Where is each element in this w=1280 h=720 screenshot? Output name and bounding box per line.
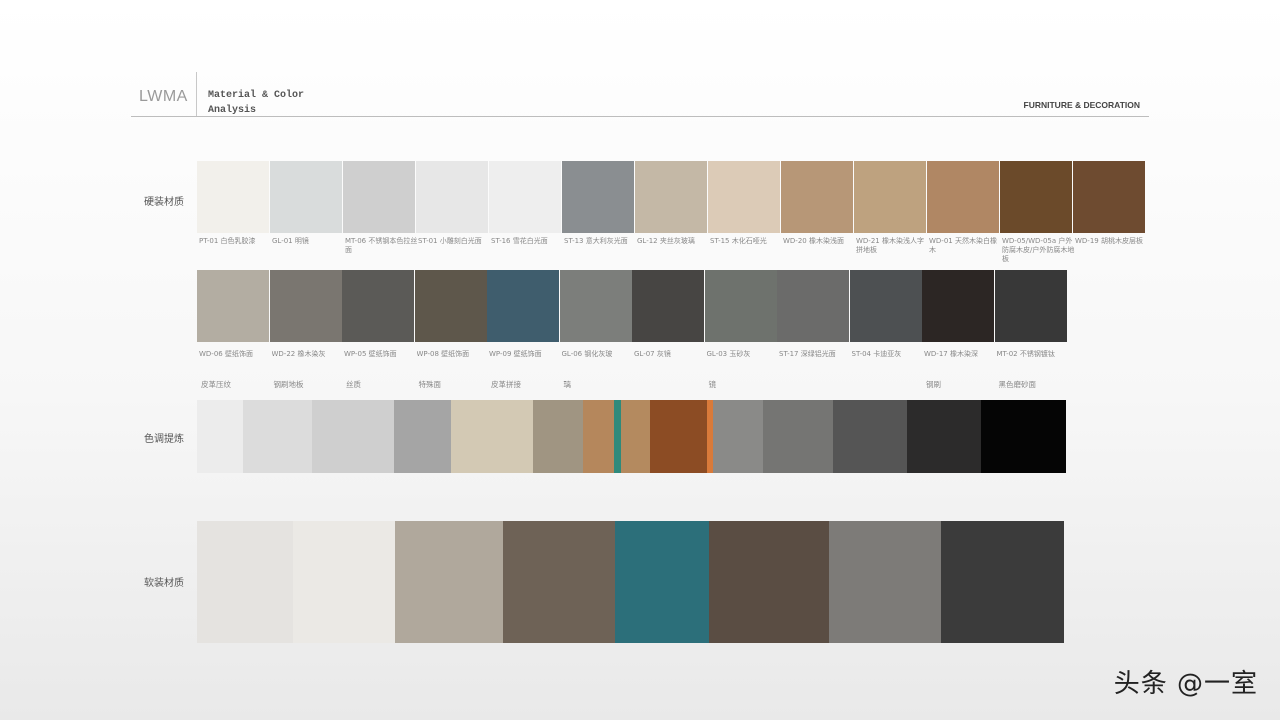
material-swatch (994, 270, 1067, 342)
material-code: ST-04 卡迪亚灰 (851, 350, 902, 358)
material-code: ST-01 小雕刻白光面 (418, 237, 482, 245)
page-title: Material & Color Analysis (208, 90, 305, 116)
palette-color-block (451, 400, 533, 473)
palette-color-block (713, 400, 763, 473)
material-code: WD-05/WD-05a 户外防腐木皮/户外防腐木地板 (1002, 237, 1075, 263)
material-swatch (781, 161, 853, 233)
material-swatch (414, 270, 487, 342)
material-swatch (197, 270, 269, 342)
soft-material-label: 软装材质 (144, 578, 184, 589)
palette-color-block (981, 400, 1066, 473)
material-swatch (559, 270, 632, 342)
palette-color-block (614, 400, 621, 473)
sheer-curtain-fabric (197, 521, 293, 643)
material-swatch (487, 270, 559, 342)
material-code-detail: 钢刷 (926, 380, 941, 389)
material-code: WD-06 壁纸饰面 (199, 350, 253, 358)
material-code-detail: 特殊面 (418, 380, 442, 389)
material-code: ST-16 雪花白光面 (491, 237, 548, 245)
material-code: MT-06 不锈钢本色拉丝面 (345, 237, 418, 254)
material-code: ST-15 木化石哑光 (710, 237, 767, 245)
material-swatch (1073, 161, 1145, 233)
material-swatch (343, 161, 415, 233)
palette-color-block (197, 400, 243, 473)
hard-material-label: 硬装材质 (144, 197, 184, 208)
brand-logo-text: LWMA (139, 88, 188, 105)
material-swatch (270, 161, 342, 233)
herringbone-leather (395, 521, 503, 643)
material-swatch (489, 161, 561, 233)
palette-color-block (907, 400, 981, 473)
palette-color-block (394, 400, 451, 473)
material-code-detail: 钢刷地板 (273, 380, 304, 389)
material-swatch (197, 161, 269, 233)
palette-color-block (583, 400, 614, 473)
material-swatch (927, 161, 999, 233)
material-code: GL-01 明镜 (272, 237, 309, 245)
material-code-detail: 镜 (708, 380, 717, 389)
teal-chair (615, 521, 709, 643)
material-swatch (922, 270, 994, 342)
palette-color-block (312, 400, 394, 473)
material-code: WD-17 橡木染深 (924, 350, 978, 358)
material-code: WD-21 橡木染浅人字拼地板 (856, 237, 924, 254)
palette-color-block (243, 400, 312, 473)
material-code: WD-20 橡木染浅面 (783, 237, 844, 245)
palette-color-block (533, 400, 583, 473)
linen-weave-fabric (293, 521, 395, 643)
material-code: MT-02 不锈钢镀钛 (996, 350, 1055, 358)
header-rule (131, 116, 1149, 117)
material-code: WP-05 壁纸饰面 (344, 350, 397, 358)
material-code-detail: 皮革压纹 (201, 380, 231, 389)
woven-leather-armrest (503, 521, 615, 643)
material-swatch (342, 270, 414, 342)
material-code-detail: 黑色磨砂面 (998, 380, 1037, 389)
material-swatch (777, 270, 849, 342)
material-swatch (416, 161, 488, 233)
material-code: WP-09 壁纸饰面 (489, 350, 542, 358)
palette-color-block (621, 400, 650, 473)
material-code: WD-19 胡桃木皮层板 (1075, 237, 1143, 245)
material-code: WP-08 壁纸饰面 (416, 350, 470, 358)
section-title: FURNITURE & DECORATION (1023, 100, 1140, 110)
color-palette-label: 色调提炼 (144, 434, 184, 445)
material-swatch (854, 161, 926, 233)
palette-color-block (763, 400, 833, 473)
material-code: WD-01 天然木染白橡木 (929, 237, 997, 254)
material-swatch (704, 270, 777, 342)
material-code: PT-01 白色乳胶漆 (199, 237, 256, 245)
material-swatch (632, 270, 704, 342)
material-swatch (269, 270, 342, 342)
material-code: ST-13 意大利灰光面 (564, 237, 628, 245)
material-code-detail: 璃 (563, 380, 572, 389)
palette-color-block (650, 400, 707, 473)
material-code: ST-17 深绿铝光面 (779, 350, 836, 358)
material-swatch (635, 161, 707, 233)
material-code: GL-12 夹丝灰玻璃 (637, 237, 695, 245)
marble-side-tables (709, 521, 829, 643)
material-swatch (849, 270, 922, 342)
material-code: GL-06 钢化灰玻 (561, 350, 613, 358)
grey-sofa-fabric (829, 521, 941, 643)
watermark: 头条 @一室 (1113, 669, 1258, 699)
material-code-detail: 丝质 (346, 380, 361, 389)
material-code: GL-03 玉砂灰 (706, 350, 751, 358)
palette-color-block (833, 400, 907, 473)
material-code: WD-22 橡木染灰 (271, 350, 326, 358)
metal-stools (941, 521, 1064, 643)
material-swatch (708, 161, 780, 233)
material-code: GL-07 灰镜 (634, 350, 671, 358)
material-swatch (562, 161, 634, 233)
brand-divider (196, 72, 197, 116)
material-swatch (1000, 161, 1072, 233)
material-code-detail: 皮革拼接 (491, 380, 521, 389)
